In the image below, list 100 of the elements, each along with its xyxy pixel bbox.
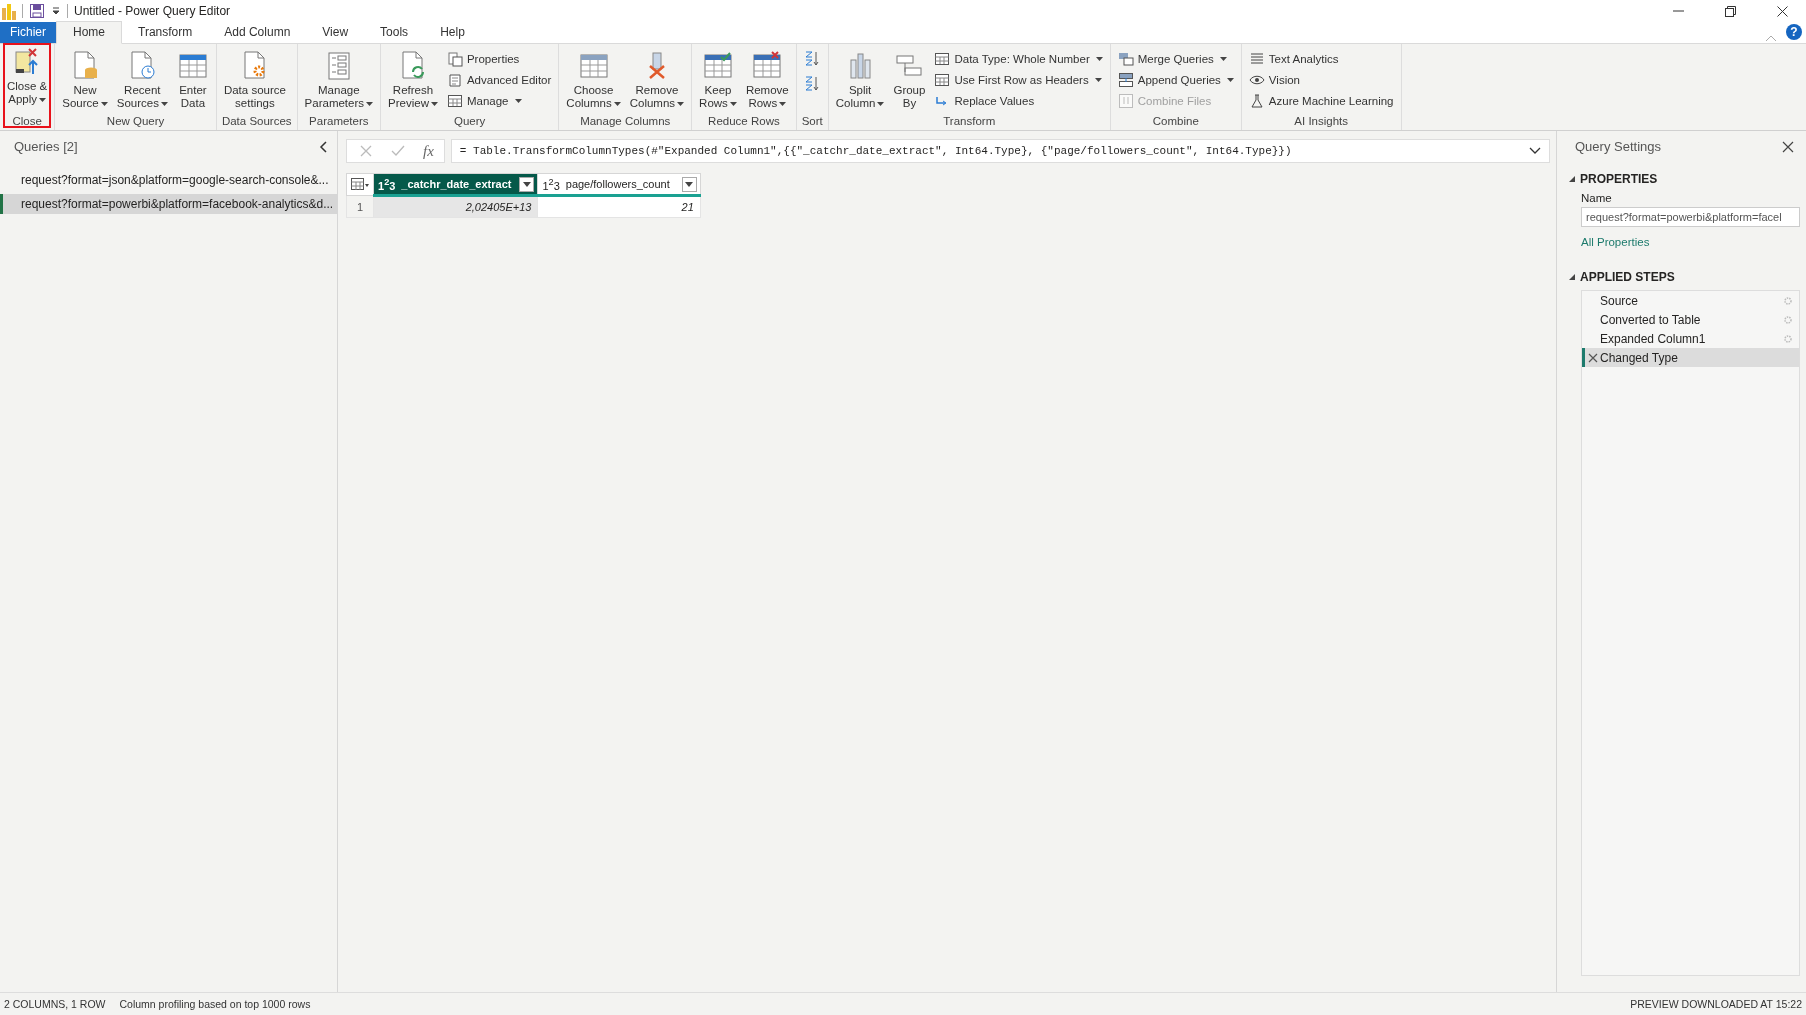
ribbon-button[interactable]: Vision: [1246, 70, 1396, 89]
table-icon: [351, 177, 369, 190]
group-label: Parameters: [308, 115, 370, 129]
ribbon-button[interactable]: Manage: [444, 91, 554, 110]
lines-icon: [1248, 50, 1265, 67]
ribbon-button[interactable]: Group By: [889, 47, 930, 113]
script-icon: [446, 71, 463, 88]
ribbon-button[interactable]: Text Analytics: [1246, 49, 1396, 68]
caret-icon: [39, 97, 47, 102]
caret-icon: [522, 181, 531, 187]
cancel-icon: [359, 144, 373, 158]
section-heading: PROPERTIES: [1580, 172, 1658, 186]
ribbon-tab[interactable]: Tools: [364, 22, 425, 43]
ribbon-button[interactable]: Remove Rows: [741, 47, 793, 113]
caret-icon: [677, 101, 685, 106]
flask-icon: [1248, 92, 1265, 109]
ribbon-tab[interactable]: Add Column: [208, 22, 307, 43]
applied-step[interactable]: Source: [1582, 291, 1799, 310]
ribbon-tab[interactable]: Home: [56, 21, 123, 44]
caret-icon: [877, 101, 885, 106]
column-name: page/followers_count: [565, 177, 671, 191]
ribbon-button[interactable]: New Source: [58, 47, 112, 113]
applied-step[interactable]: Expanded Column1: [1582, 329, 1799, 348]
ribbon-button[interactable]: Refresh Preview: [384, 47, 442, 113]
collapse-panel-icon: [319, 140, 329, 153]
customize-dropdown-icon: [51, 6, 61, 16]
gear-icon: [1783, 295, 1793, 306]
ribbon-button[interactable]: Keep Rows: [695, 47, 741, 113]
gear-icon: [1783, 314, 1793, 325]
app-logo-icon: [2, 2, 16, 20]
caret-icon: [514, 98, 522, 103]
queries-title: Queries [2]: [14, 139, 78, 154]
table-icon: [446, 92, 463, 109]
group-label: New Query: [105, 115, 166, 129]
formula-field[interactable]: = Table.TransformColumnTypes(#"Expanded Column1",{{"_catchr_date_extract", Int64.Type}, {"page/followers_count", Int64.Type}}): [450, 139, 1550, 163]
applied-step[interactable]: Changed Type: [1582, 348, 1799, 367]
caret-icon: [430, 101, 438, 106]
table-cell: 2,02405E+13: [373, 195, 538, 218]
ribbon-button[interactable]: Data Type: Whole Number: [932, 49, 1105, 68]
query-item[interactable]: request?format=powerbi&platform=facebook-analytics&d...: [0, 194, 337, 214]
ribbon-button[interactable]: Data source settings: [219, 47, 290, 113]
caret-icon: [729, 101, 737, 106]
status-text: PREVIEW DOWNLOADED AT 15:22: [1630, 998, 1802, 1010]
all-properties-link[interactable]: All Properties: [1581, 236, 1650, 248]
ribbon-tab[interactable]: View: [306, 22, 365, 43]
filter-button[interactable]: [681, 176, 697, 192]
applied-step[interactable]: Converted to Table: [1582, 310, 1799, 329]
close-icon: [1777, 5, 1788, 17]
function-button[interactable]: fx: [423, 142, 434, 160]
window-title: Untitled - Power Query Editor: [74, 4, 231, 18]
group-label: Sort: [800, 115, 824, 129]
ribbon-button[interactable]: Properties: [444, 49, 554, 68]
type-label: 1$^{2}$3: [377, 176, 397, 193]
ribbon-button[interactable]: Advanced Editor: [444, 70, 554, 89]
restore-icon: [1725, 5, 1736, 17]
caret-icon: [1094, 77, 1102, 82]
ribbon-button[interactable]: Choose Columns: [562, 47, 625, 113]
ribbon-button[interactable]: Replace Values: [932, 91, 1105, 110]
name-field[interactable]: request?format=powerbi&platform=facel: [1581, 207, 1800, 227]
table-cell: 21: [537, 195, 701, 218]
delete-icon: [1587, 352, 1598, 363]
ribbon-button[interactable]: Enter Data: [172, 47, 213, 113]
ribbon-button[interactable]: Append Queries: [1115, 70, 1236, 89]
append-icon: [1117, 71, 1134, 88]
caret-icon: [100, 101, 108, 106]
group-label: Combine: [1151, 115, 1200, 129]
status-text: 2 COLUMNS, 1 ROW: [4, 998, 106, 1010]
gear-icon: [1783, 333, 1793, 344]
status-text: Column profiling based on top 1000 rows: [119, 998, 311, 1010]
check-icon: [391, 144, 405, 158]
caret-icon: [779, 101, 787, 106]
ribbon-button[interactable]: Manage Parameters: [300, 47, 378, 113]
group-label: Query: [453, 115, 487, 129]
column-header[interactable]: 1$^{2}$3 page/followers_count: [538, 174, 700, 194]
merge-icon: [1117, 50, 1134, 67]
ribbon-button[interactable]: Split Column: [831, 47, 889, 113]
file-tab[interactable]: Fichier: [0, 22, 56, 43]
caret-icon: [160, 101, 168, 106]
ribbon-button[interactable]: Recent Sources: [112, 47, 172, 113]
table-icon: [934, 71, 951, 88]
group-label: Reduce Rows: [707, 115, 781, 129]
ribbon-tab[interactable]: Transform: [122, 22, 209, 43]
properties-icon: [446, 50, 463, 67]
ribbon-button[interactable]: Remove Columns: [625, 47, 689, 113]
query-item[interactable]: request?format=json&platform=google-search-console&...: [0, 170, 337, 190]
ribbon-button[interactable]: Azure Machine Learning: [1246, 91, 1396, 110]
column-header[interactable]: 1$^{2}$3 _catchr_date_extract: [374, 174, 538, 194]
ribbon-button[interactable]: Use First Row as Headers: [932, 70, 1105, 89]
ribbon-button[interactable]: Merge Queries: [1115, 49, 1236, 68]
type-label: 1$^{2}$3: [541, 176, 561, 193]
help-button[interactable]: ?: [1786, 24, 1802, 40]
table-menu-button[interactable]: [346, 173, 374, 196]
filter-button[interactable]: [519, 176, 535, 192]
column-name: _catchr_date_extract: [401, 177, 513, 191]
caret-icon: [685, 181, 694, 187]
ribbon-tab[interactable]: Help: [424, 22, 481, 43]
row-number: 1: [346, 195, 374, 218]
minimize-icon: [1673, 10, 1684, 12]
expand-icon: [1529, 147, 1541, 155]
caret-icon: [1219, 56, 1227, 61]
